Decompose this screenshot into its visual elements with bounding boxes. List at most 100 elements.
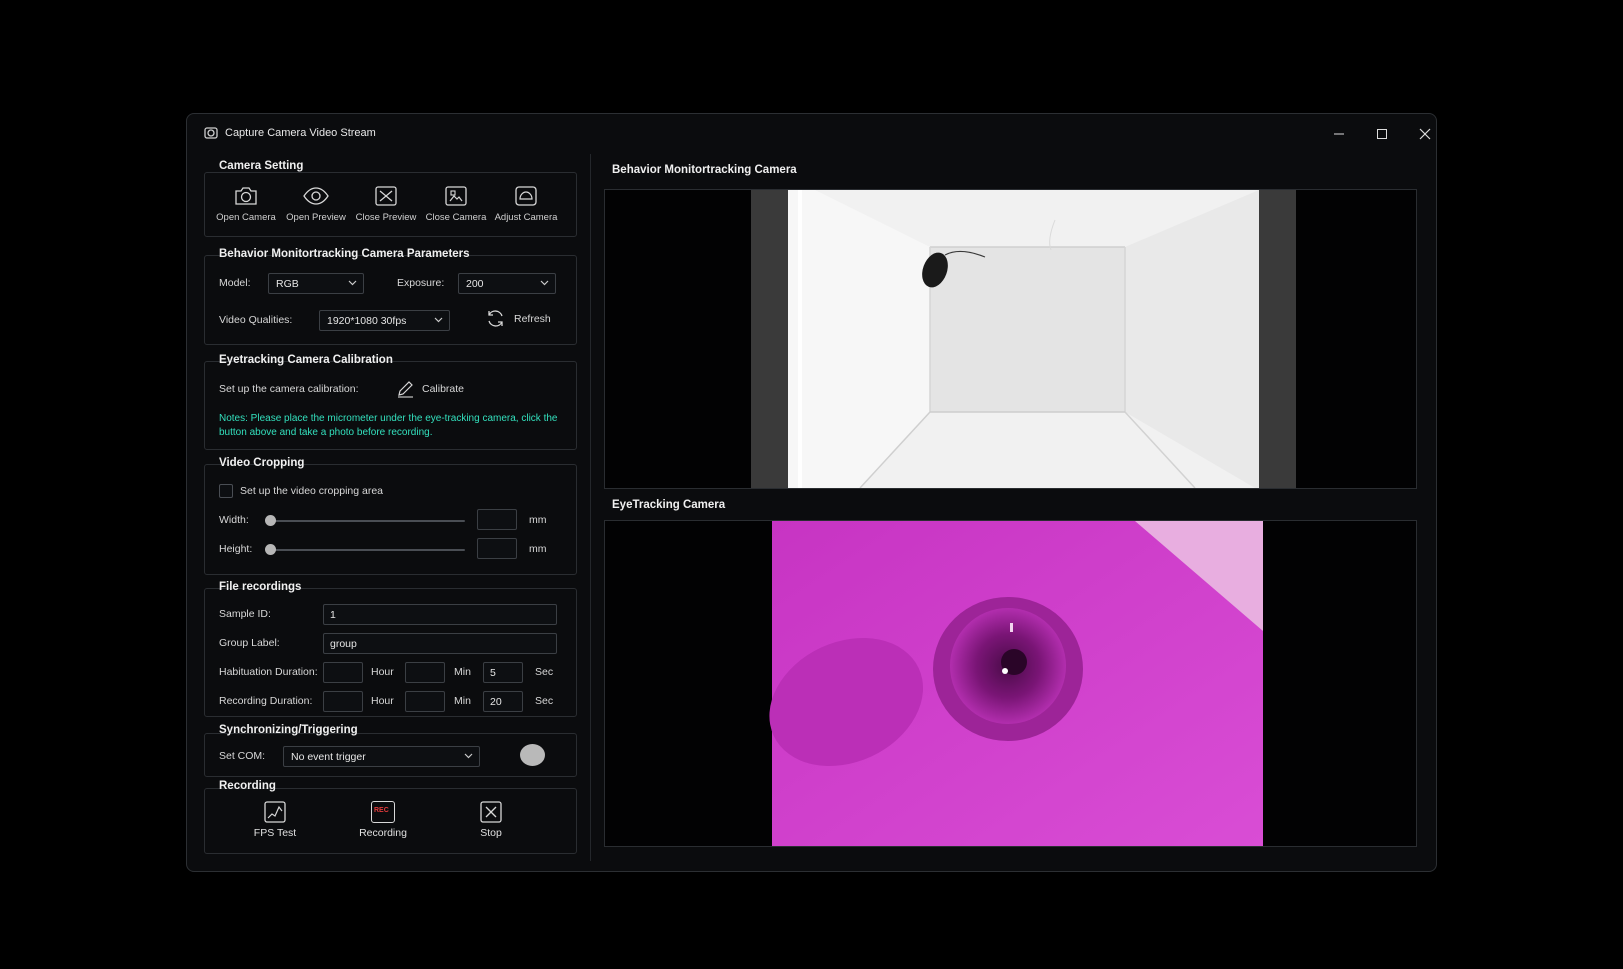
close-camera-icon <box>445 186 467 206</box>
model-select[interactable]: RGB <box>268 273 364 294</box>
calibration-setup-label: Set up the camera calibration: <box>219 383 359 395</box>
hour-unit: Hour <box>371 666 394 678</box>
close-camera-label: Close Camera <box>425 212 487 223</box>
habituation-min-input[interactable] <box>405 662 445 683</box>
rec-icon-text: REC <box>374 807 389 814</box>
open-preview-label: Open Preview <box>286 212 346 223</box>
trigger-status-indicator[interactable] <box>520 744 545 766</box>
stop-label: Stop <box>480 827 502 839</box>
close-window-button[interactable] <box>1411 122 1436 146</box>
video-cropping-title: Video Cropping <box>219 457 305 469</box>
refresh-icon <box>488 310 503 327</box>
habituation-duration-label: Habituation Duration: <box>219 666 318 678</box>
stop-icon <box>480 801 502 823</box>
minimize-button[interactable] <box>1325 122 1353 146</box>
minimize-icon <box>1334 133 1344 135</box>
sync-group: Synchronizing/Triggering Set COM: No eve… <box>204 724 577 777</box>
app-window: Capture Camera Video Stream Camera Setti… <box>186 113 1437 872</box>
calibrate-button[interactable]: Calibrate <box>396 378 476 400</box>
height-input[interactable] <box>477 538 517 559</box>
eyetracking-calibration-group: Eyetracking Camera Calibration Set up th… <box>204 354 577 450</box>
com-select[interactable]: No event trigger <box>283 746 480 767</box>
close-preview-label: Close Preview <box>355 212 417 223</box>
height-unit: mm <box>529 543 547 555</box>
fps-test-label: FPS Test <box>253 827 297 839</box>
sample-id-input[interactable]: 1 <box>323 604 557 625</box>
height-slider-track[interactable] <box>270 549 465 551</box>
app-camera-icon <box>204 127 218 139</box>
recording-sec-input[interactable]: 20 <box>483 691 523 712</box>
sample-id-label: Sample ID: <box>219 608 271 620</box>
camera-setting-title: Camera Setting <box>219 160 304 172</box>
camera-icon <box>235 187 257 205</box>
sync-title: Synchronizing/Triggering <box>219 724 358 736</box>
min-unit: Min <box>454 666 471 678</box>
width-unit: mm <box>529 514 547 526</box>
title-bar[interactable]: Capture Camera Video Stream <box>187 114 1436 154</box>
video-quality-select[interactable]: 1920*1080 30fps <box>319 310 450 331</box>
recording-hour-input[interactable] <box>323 691 363 712</box>
width-slider-thumb[interactable] <box>265 515 276 526</box>
group-label-input[interactable]: group <box>323 633 557 654</box>
behavior-params-title: Behavior Monitortracking Camera Paramete… <box>219 248 470 260</box>
eye-video-frame <box>769 521 1263 846</box>
min-unit: Min <box>454 695 471 707</box>
chevron-down-icon <box>464 753 473 759</box>
adjust-camera-button[interactable]: Adjust Camera <box>493 185 559 223</box>
file-recordings-group: File recordings Sample ID: 1 Group Label… <box>204 581 577 717</box>
close-preview-icon <box>375 186 397 206</box>
eyetracking-calibration-title: Eyetracking Camera Calibration <box>219 354 393 366</box>
chevron-down-icon <box>540 280 549 286</box>
pencil-icon <box>398 381 413 398</box>
video-quality-value: 1920*1080 30fps <box>327 315 407 327</box>
exposure-value: 200 <box>466 278 484 290</box>
rec-icon: REC <box>371 801 395 823</box>
chevron-down-icon <box>434 317 443 323</box>
eye-camera-view <box>604 520 1417 847</box>
width-input[interactable] <box>477 509 517 530</box>
width-slider-track[interactable] <box>270 520 465 522</box>
window-title: Capture Camera Video Stream <box>225 127 376 139</box>
recording-button[interactable]: REC Recording <box>353 801 413 839</box>
maximize-icon <box>1377 129 1387 139</box>
close-camera-button[interactable]: Close Camera <box>423 185 489 223</box>
cropping-checkbox[interactable] <box>219 484 233 498</box>
exposure-label: Exposure: <box>397 277 445 289</box>
close-icon <box>1419 128 1431 140</box>
refresh-label: Refresh <box>514 313 551 325</box>
recording-min-input[interactable] <box>405 691 445 712</box>
behavior-camera-view <box>604 189 1417 489</box>
maximize-button[interactable] <box>1368 122 1396 146</box>
model-label: Model: <box>219 277 251 289</box>
open-camera-button[interactable]: Open Camera <box>213 185 279 223</box>
calibration-note: Notes: Please place the micrometer under… <box>219 413 558 438</box>
refresh-button[interactable]: Refresh <box>485 307 555 331</box>
habituation-sec-input[interactable]: 5 <box>483 662 523 683</box>
group-label-label: Group Label: <box>219 637 280 649</box>
file-recordings-title: File recordings <box>219 581 302 593</box>
width-label: Width: <box>219 514 249 526</box>
control-panel: Camera Setting Open Camera Open Preview <box>187 154 587 871</box>
fps-chart-icon <box>264 801 286 823</box>
behavior-params-group: Behavior Monitortracking Camera Paramete… <box>204 248 577 345</box>
close-preview-button[interactable]: Close Preview <box>353 185 419 223</box>
recording-title: Recording <box>219 780 276 792</box>
recording-group: Recording FPS Test REC Recording Stop <box>204 780 577 854</box>
video-quality-label: Video Qualities: <box>219 314 293 326</box>
video-cropping-group: Video Cropping Set up the video cropping… <box>204 457 577 575</box>
behavior-video-frame <box>751 190 1296 488</box>
adjust-camera-label: Adjust Camera <box>494 212 558 223</box>
com-value: No event trigger <box>291 751 366 763</box>
adjust-camera-icon <box>515 186 537 206</box>
open-preview-button[interactable]: Open Preview <box>283 185 349 223</box>
sec-unit: Sec <box>535 695 554 707</box>
set-com-label: Set COM: <box>219 750 266 762</box>
habituation-hour-input[interactable] <box>323 662 363 683</box>
stop-button[interactable]: Stop <box>461 801 521 839</box>
fps-test-button[interactable]: FPS Test <box>245 801 305 839</box>
hour-unit: Hour <box>371 695 394 707</box>
height-slider-thumb[interactable] <box>265 544 276 555</box>
chevron-down-icon <box>348 280 357 286</box>
pane-divider <box>590 154 591 861</box>
exposure-select[interactable]: 200 <box>458 273 556 294</box>
